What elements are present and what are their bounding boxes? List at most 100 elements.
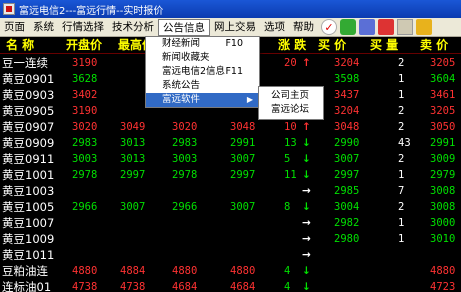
cell-name: 黄豆1009 [2,232,55,246]
cell-bidvol: 1 [398,89,405,101]
menu-online-trade[interactable]: 网上交易 [210,19,260,36]
cell-last: 3048 [230,121,256,133]
table-row[interactable]: 黄豆0909 2983 3013 2983 2991 13 ↓ 2990 43 2991 [0,135,461,152]
green-square-icon[interactable] [340,19,356,35]
cell-last: 4880 [230,265,256,277]
cell-open: 4738 [72,281,98,292]
cell-chg: 13 [284,137,297,149]
menu-system[interactable]: 系统 [29,19,58,36]
cell-bid: 3204 [334,105,360,117]
col-open-header[interactable]: 开盘价 [66,37,102,54]
window-icon[interactable] [397,19,413,35]
menu-item-news-favorites[interactable]: 新闻收藏夹 [146,51,259,65]
cell-bidvol: 7 [398,185,405,197]
menu-tech-analysis[interactable]: 技术分析 [108,19,158,36]
cell-ask: 3205 [430,105,456,117]
cell-arrow: → [302,185,311,197]
menu-item-label: 富远软件 [162,94,201,105]
cell-arrow: → [302,217,311,229]
cell-bid: 3007 [334,153,360,165]
menu-item-finance-news[interactable]: 财经新闻 F10 [146,37,259,51]
cell-open: 4880 [72,265,98,277]
menu-item-label: 系统公告 [162,80,201,91]
cell-high: 3049 [120,121,146,133]
cell-bidvol: 1 [398,169,405,181]
table-row[interactable]: 黄豆0911 3003 3013 3003 3007 5 ↓ 3007 2 3009 [0,151,461,168]
submenu-item-forum[interactable]: 富远论坛 [259,103,323,117]
cell-ask: 3008 [430,185,456,197]
cell-name: 黄豆1007 [2,216,55,230]
cell-name: 黄豆1005 [2,200,55,214]
cell-name: 黄豆1003 [2,184,55,198]
table-row[interactable]: 黄豆1007 → 2982 1 3000 [0,215,461,232]
table-row[interactable]: 豆粕油连 4880 4884 4880 4880 4 ↓ 4880 [0,263,461,280]
table-row[interactable]: 黄豆1009 → 2980 1 3010 [0,231,461,248]
cell-bid: 2985 [334,185,360,197]
cell-open: 3628 [72,73,98,85]
table-row[interactable]: 黄豆1001 2978 2997 2978 2997 11 ↓ 2997 1 2979 [0,167,461,184]
cell-bidvol: 2 [398,201,405,213]
table-row[interactable]: 黄豆1011 → [0,247,461,264]
cell-name: 连标油01 [2,280,52,292]
cell-ask: 2979 [430,169,456,181]
stop-icon[interactable] [378,19,394,35]
table-row[interactable]: 黄豆1005 2966 3007 2966 3007 8 ↓ 3004 2 3008 [0,199,461,216]
menu-item-system-notice[interactable]: 系统公告 [146,79,259,93]
cell-low: 2978 [172,169,198,181]
menu-item-shortcut: F10 [225,38,243,49]
cell-name: 豆粕油连 [2,264,48,278]
cell-ask: 3000 [430,217,456,229]
menu-item-shortcut: F11 [225,66,243,77]
menu-options[interactable]: 选项 [260,19,289,36]
cell-chg: 8 [284,201,291,213]
table-row[interactable]: 连标油01 4738 4738 4684 4684 4 ↓ 4723 [0,279,461,292]
col-ask-header[interactable]: 卖 价 [420,37,448,54]
col-bid-header[interactable]: 买 价 [318,37,346,54]
v-icon[interactable]: ✓ [321,19,337,35]
col-change-header[interactable]: 涨 跌 [278,37,306,54]
cell-low: 3003 [172,153,198,165]
fuyuan-software-submenu: 公司主页 富远论坛 [258,86,324,120]
cell-bidvol: 1 [398,233,405,245]
announcement-menu: 财经新闻 F10 新闻收藏夹 富远电信2信息 F11 系统公告 富远软件 ▶ [145,36,260,108]
submenu-item-homepage[interactable]: 公司主页 [259,89,323,103]
cell-high: 3013 [120,153,146,165]
cell-last: 4684 [230,281,256,292]
cell-name: 黄豆1001 [2,168,55,182]
menu-page[interactable]: 页面 [0,19,29,36]
cell-arrow: → [302,249,311,261]
cell-arrow: → [302,233,311,245]
col-bidvol-header[interactable]: 买 量 [370,37,398,54]
menu-item-fuyuan-software[interactable]: 富远软件 ▶ [146,93,259,107]
menu-item-label: 富远电信2信息 [162,66,226,77]
menu-announcement[interactable]: 公告信息 [158,18,210,36]
cell-arrow: ↓ [302,137,311,149]
cell-open: 2978 [72,169,98,181]
chevron-right-icon: ▶ [246,95,253,104]
cell-bid: 3048 [334,121,360,133]
cell-bidvol: 2 [398,105,405,117]
chart-icon[interactable] [359,19,375,35]
table-row[interactable]: 黄豆0907 3020 3049 3020 3048 10 ↑ 3048 2 3050 [0,119,461,136]
cell-ask: 3050 [430,121,456,133]
cell-high: 3007 [120,201,146,213]
cell-chg: 11 [284,169,297,181]
cell-ask: 2991 [430,137,456,149]
cell-ask: 3461 [430,89,456,101]
app-icon [3,3,15,15]
cell-name: 黄豆0911 [2,152,55,166]
cell-arrow: ↑ [302,57,311,69]
cell-bid: 3437 [334,89,360,101]
menu-market-select[interactable]: 行情选择 [58,19,108,36]
folder-icon[interactable] [416,19,432,35]
cell-ask: 3010 [430,233,456,245]
menu-help[interactable]: 帮助 [289,19,318,36]
cell-high: 4884 [120,265,146,277]
menu-item-label: 财经新闻 [162,38,201,49]
table-row[interactable]: 黄豆1003 → 2985 7 3008 [0,183,461,200]
menu-item-fuyuan-info[interactable]: 富远电信2信息 F11 [146,65,259,79]
cell-bid: 3598 [334,73,360,85]
cell-open: 3402 [72,89,98,101]
cell-low: 2966 [172,201,198,213]
col-name-header[interactable]: 名 称 [6,37,34,54]
